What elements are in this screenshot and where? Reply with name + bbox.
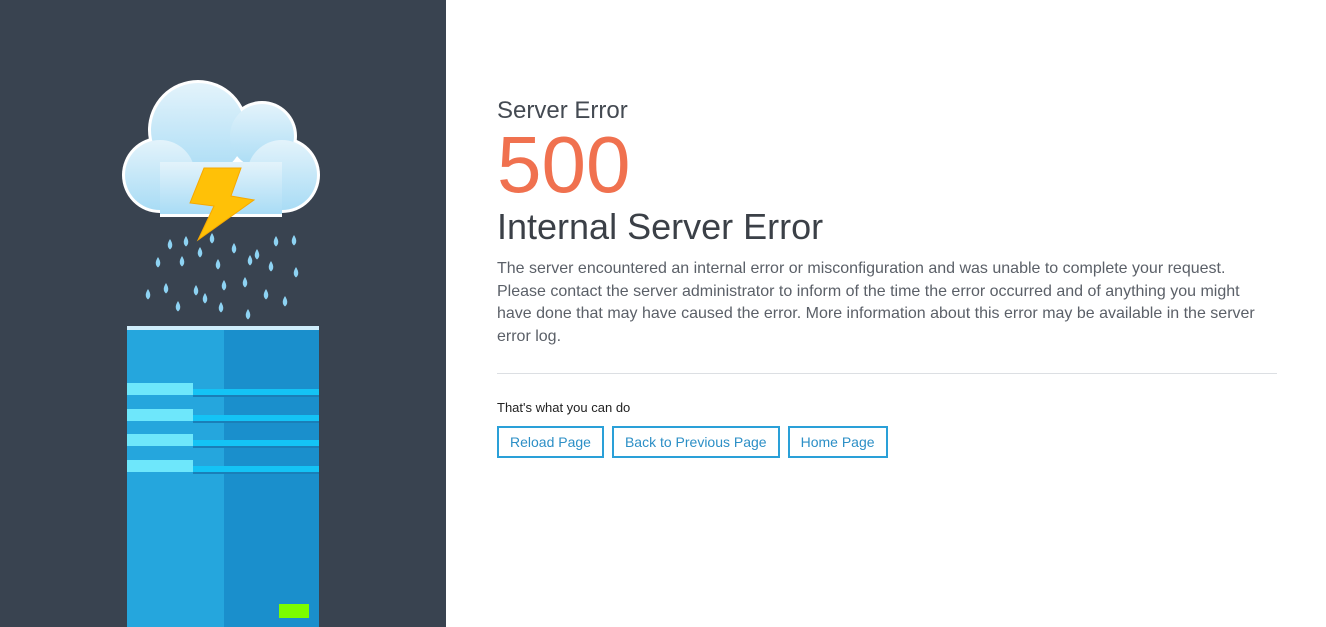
raindrop <box>179 256 185 267</box>
raindrop <box>155 257 161 268</box>
action-buttons: Reload Page Back to Previous Page Home P… <box>497 426 1277 458</box>
raindrop <box>221 280 227 291</box>
raindrop <box>242 277 248 288</box>
raindrop <box>218 302 224 313</box>
raindrop <box>291 235 297 246</box>
raindrop <box>231 243 237 254</box>
raindrop <box>282 296 288 307</box>
error-description: The server encountered an internal error… <box>497 260 1255 345</box>
raindrop-icon <box>145 233 299 320</box>
raindrop <box>202 293 208 304</box>
raindrop <box>268 261 274 272</box>
raindrop <box>209 233 215 244</box>
illustration-panel <box>0 0 446 627</box>
raindrop <box>273 236 279 247</box>
raindrop <box>193 285 199 296</box>
raindrop <box>167 239 173 250</box>
raindrop <box>263 289 269 300</box>
raindrop <box>145 289 151 300</box>
raindrop <box>197 247 203 258</box>
error-content: Server Error 500 Internal Server Error T… <box>497 97 1277 458</box>
error-code: 500 <box>497 120 631 209</box>
reload-page-button[interactable]: Reload Page <box>497 426 604 458</box>
server-illustration <box>122 80 320 627</box>
status-light <box>279 604 309 618</box>
error-title: Internal Server Error <box>497 206 824 247</box>
raindrop <box>245 309 251 320</box>
server-tower-icon <box>127 326 319 627</box>
actions-label: That's what you can do <box>497 400 631 415</box>
divider <box>497 373 1277 374</box>
raindrop <box>215 259 221 270</box>
raindrop <box>254 249 260 260</box>
raindrop <box>183 236 189 247</box>
home-page-button[interactable]: Home Page <box>787 426 888 458</box>
raindrop <box>293 267 299 278</box>
raindrop <box>175 301 181 312</box>
raindrop <box>163 283 169 294</box>
back-to-previous-page-button[interactable]: Back to Previous Page <box>611 426 780 458</box>
raindrop <box>247 255 253 266</box>
